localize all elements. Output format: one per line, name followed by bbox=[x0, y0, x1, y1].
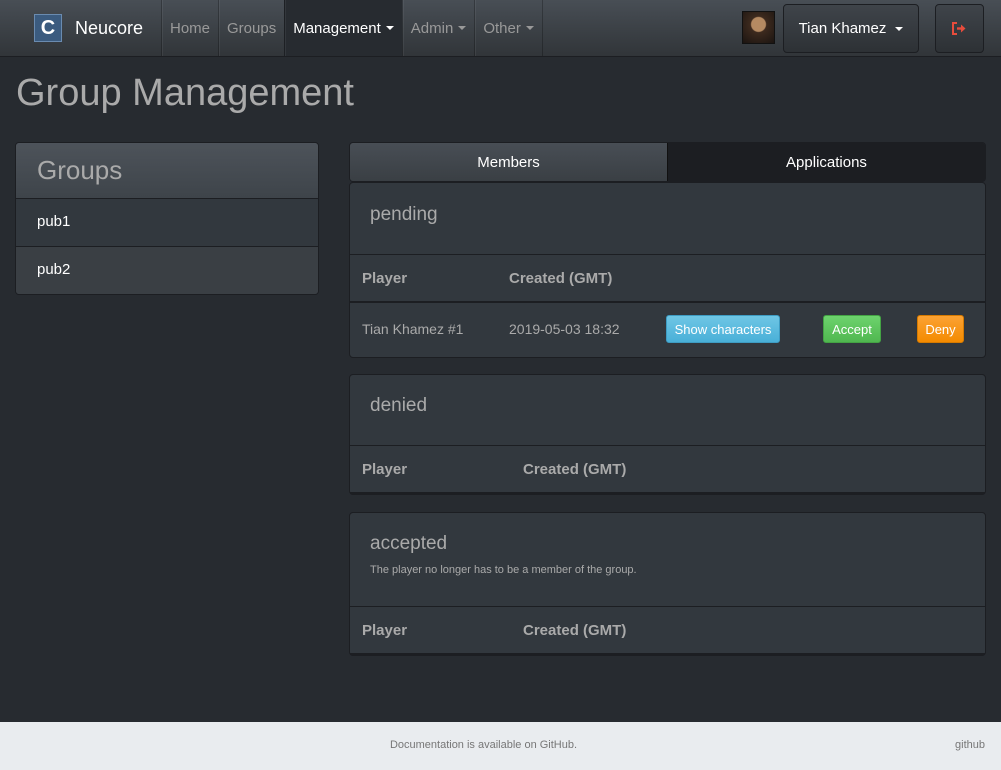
accepted-card: accepted The player no longer has to be … bbox=[349, 512, 986, 656]
deny-button[interactable]: Deny bbox=[917, 315, 964, 343]
page-title: Group Management bbox=[16, 72, 354, 114]
accepted-table-header: Player Created (GMT) bbox=[350, 607, 985, 655]
navbar: C Neucore Home Groups Management Admin O… bbox=[0, 0, 1001, 57]
denied-table-header: Player Created (GMT) bbox=[350, 446, 985, 494]
column-created: Created (GMT) bbox=[509, 269, 613, 287]
pending-table-header: Player Created (GMT) bbox=[350, 255, 985, 303]
user-name: Tian Khamez bbox=[798, 20, 887, 37]
caret-down-icon bbox=[458, 26, 467, 30]
avatar bbox=[742, 11, 775, 44]
player-name: Tian Khamez #1 bbox=[362, 321, 464, 337]
caret-down-icon bbox=[525, 26, 534, 30]
footer: Documentation is available on GitHub. gi… bbox=[0, 722, 1001, 770]
column-player: Player bbox=[362, 460, 408, 478]
accepted-header: accepted The player no longer has to be … bbox=[350, 513, 985, 607]
brand-name: Neucore bbox=[75, 17, 144, 38]
user-menu-button[interactable]: Tian Khamez bbox=[783, 4, 919, 53]
column-created: Created (GMT) bbox=[523, 621, 627, 639]
main-nav: Home Groups Management Admin Other bbox=[161, 0, 543, 56]
brand[interactable]: C Neucore bbox=[34, 14, 143, 42]
footer-text: Documentation is available on GitHub. bbox=[389, 739, 578, 751]
nav-home[interactable]: Home bbox=[161, 0, 218, 56]
logout-button[interactable] bbox=[935, 4, 984, 53]
tab-members[interactable]: Members bbox=[350, 143, 667, 181]
caret-down-icon bbox=[385, 26, 394, 30]
tab-applications[interactable]: Applications bbox=[667, 143, 985, 181]
sign-out-icon bbox=[952, 22, 966, 35]
created-date: 2019-05-03 18:32 bbox=[509, 321, 620, 337]
accepted-title: accepted bbox=[370, 533, 448, 554]
tabs: Members Applications bbox=[349, 142, 986, 182]
nav-management-dropdown[interactable]: Management bbox=[284, 0, 402, 56]
denied-title: denied bbox=[350, 375, 985, 446]
caret-down-icon bbox=[895, 26, 904, 31]
pending-title: pending bbox=[350, 183, 985, 255]
github-link[interactable]: github bbox=[955, 739, 985, 751]
nav-other-dropdown[interactable]: Other bbox=[474, 0, 543, 56]
accepted-note: The player no longer has to be a member … bbox=[370, 564, 637, 576]
table-row: Tian Khamez #1 2019-05-03 18:32 Show cha… bbox=[350, 303, 985, 355]
brand-logo-icon: C bbox=[34, 14, 62, 42]
groups-header: Groups bbox=[16, 143, 318, 199]
column-player: Player bbox=[362, 621, 408, 639]
accept-button[interactable]: Accept bbox=[823, 315, 881, 343]
pending-card: pending Player Created (GMT) Tian Khamez… bbox=[349, 182, 986, 358]
column-created: Created (GMT) bbox=[523, 460, 627, 478]
group-item-pub1[interactable]: pub1 bbox=[16, 199, 318, 247]
column-player: Player bbox=[362, 269, 408, 287]
denied-card: denied Player Created (GMT) bbox=[349, 374, 986, 495]
nav-groups[interactable]: Groups bbox=[218, 0, 284, 56]
nav-admin-dropdown[interactable]: Admin bbox=[401, 0, 475, 56]
show-characters-button[interactable]: Show characters bbox=[666, 315, 780, 343]
groups-card: Groups pub1 pub2 bbox=[15, 142, 319, 295]
group-item-pub2[interactable]: pub2 bbox=[16, 247, 318, 294]
